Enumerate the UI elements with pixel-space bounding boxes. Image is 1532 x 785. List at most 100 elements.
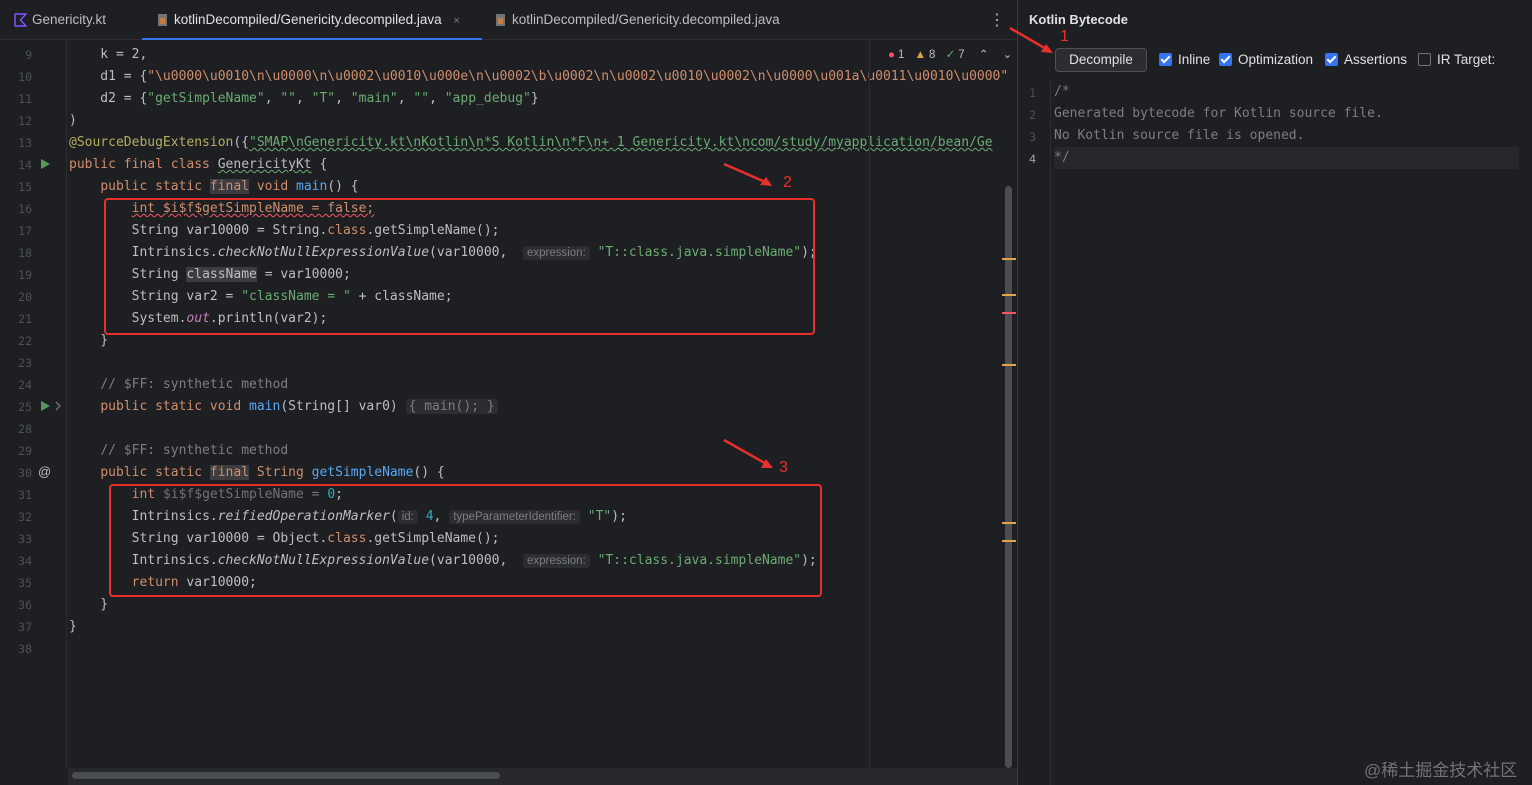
code-text: (String[] var0) — [280, 399, 398, 414]
code-string: "" — [280, 91, 296, 106]
code-string: "main" — [350, 91, 398, 106]
code-text: d2 = { — [69, 91, 148, 106]
line-number: 18 — [18, 246, 32, 260]
optimization-checkbox[interactable]: Optimization — [1219, 52, 1313, 68]
code-line: public final class GenericityKt { — [69, 154, 327, 176]
warning-marker[interactable] — [1002, 294, 1016, 296]
code-string: "" — [413, 91, 430, 106]
code-line: k = 2, — [69, 44, 147, 66]
folded-code[interactable]: { main(); } — [405, 399, 498, 414]
previous-highlight-icon[interactable]: ⌃ — [979, 49, 989, 61]
code-string: "T" — [311, 91, 336, 106]
line-number: 4 — [1029, 152, 1036, 166]
java-file-icon — [496, 14, 505, 26]
line-number: 21 — [18, 312, 32, 326]
checkbox-checked-icon — [1325, 53, 1338, 66]
bytecode-editor[interactable]: 1 2 3 4 /* Generated bytecode for Kotlin… — [1018, 80, 1532, 785]
typo-check-icon: ✓ — [945, 49, 956, 61]
code-text: } — [530, 91, 539, 106]
code-text: k = 2, — [69, 47, 148, 62]
watermark: @稀土掘金技术社区 — [1364, 761, 1518, 780]
editor-pane: Genericity.kt kotlinDecompiled/Genericit… — [0, 0, 1018, 785]
annotation-arrow-1 — [1009, 26, 1053, 53]
line-number: 9 — [25, 48, 32, 62]
error-marker[interactable] — [1002, 312, 1016, 314]
line-number: 15 — [18, 180, 32, 194]
code-line: } — [69, 594, 108, 616]
code-area[interactable]: k = 2, d1 = {"\u0000\u0010\n\u0000\n\u00… — [68, 40, 1018, 768]
kotlin-bytecode-panel: Kotlin Bytecode 1 Decompile Inline Optim… — [1009, 0, 1532, 785]
checkbox-label: Assertions — [1344, 52, 1408, 67]
code-comment: // $FF: synthetic method — [100, 443, 289, 458]
line-number: 33 — [18, 532, 32, 546]
code-keyword: public static void — [100, 399, 250, 414]
horizontal-scrollbar[interactable] — [72, 772, 500, 779]
code-class-name: GenericityKt — [217, 157, 312, 172]
code-line: } — [69, 616, 77, 638]
tab-label: kotlinDecompiled/Genericity.decompiled.j… — [174, 12, 442, 27]
code-line: d2 = {"getSimpleName", "", "T", "main", … — [69, 91, 539, 106]
line-number: 32 — [18, 510, 32, 524]
bytecode-gutter: 1 2 3 4 — [1018, 80, 1051, 785]
inline-checkbox[interactable]: Inline — [1159, 52, 1210, 68]
code-line: ) — [69, 110, 77, 132]
run-icon[interactable] — [39, 158, 51, 173]
code-keyword: final — [209, 465, 250, 480]
more-options-icon[interactable]: ⋮ — [989, 10, 1005, 30]
line-number: 38 — [18, 642, 32, 656]
ir-target-checkbox[interactable]: IR Target: — [1418, 52, 1495, 68]
annotation-number-1: 1 — [1060, 28, 1069, 45]
annotation-arrow-3 — [723, 438, 773, 468]
line-number: 2 — [1029, 108, 1036, 122]
line-number: 12 — [18, 114, 32, 128]
code-comment: // $FF: synthetic method — [100, 377, 289, 392]
code-keyword: public static — [100, 465, 210, 480]
tab-label: Genericity.kt — [32, 12, 107, 27]
line-number: 14 — [18, 158, 32, 172]
code-text: () { — [327, 179, 359, 194]
code-keyword: public static — [100, 179, 210, 194]
code-line: // $FF: synthetic method — [69, 440, 288, 462]
checkbox-checked-icon — [1159, 53, 1172, 66]
annotation-box-3 — [109, 484, 822, 597]
bytecode-line: /* — [1054, 84, 1070, 99]
line-number: 11 — [18, 92, 32, 106]
checkbox-checked-icon — [1219, 53, 1232, 66]
run-icon[interactable] — [39, 400, 51, 415]
code-string: "app_debug" — [444, 91, 531, 106]
annotation-box-2 — [104, 198, 815, 335]
weak-warning-count: 7 — [958, 49, 965, 61]
code-text: { — [311, 157, 328, 172]
warning-marker[interactable] — [1002, 522, 1016, 524]
checkbox-label: IR Target: — [1437, 52, 1496, 67]
code-line: public static final String getSimpleName… — [69, 462, 445, 484]
inspection-widget[interactable]: ● 1 ▲ 8 ✓ 7 ⌃ ⌄ — [888, 47, 1015, 61]
chevron-right-icon[interactable] — [54, 400, 62, 415]
line-number: 1 — [1029, 86, 1036, 100]
right-margin-guide — [869, 40, 870, 768]
tab-decompiled-java-active[interactable]: kotlinDecompiled/Genericity.decompiled.j… — [142, 0, 482, 40]
warning-marker[interactable] — [1002, 258, 1016, 260]
tab-genericity-kt[interactable]: Genericity.kt — [0, 0, 106, 40]
code-keyword: void — [249, 179, 296, 194]
panel-title: Kotlin Bytecode — [1029, 12, 1128, 27]
code-keyword: public final class — [69, 157, 218, 172]
code-function: main — [296, 179, 328, 194]
tab-decompiled-java[interactable]: kotlinDecompiled/Genericity.decompiled.j… — [480, 0, 780, 40]
annotation-number-2: 2 — [783, 174, 792, 191]
tab-label: kotlinDecompiled/Genericity.decompiled.j… — [512, 12, 780, 27]
decompile-button[interactable]: Decompile — [1055, 48, 1147, 72]
warning-marker[interactable] — [1002, 364, 1016, 366]
annotation-at-icon[interactable]: @ — [38, 464, 51, 479]
code-line: d1 = {"\u0000\u0010\n\u0000\n\u0002\u001… — [69, 66, 1008, 88]
close-icon[interactable]: × — [453, 15, 459, 27]
annotation-number-3: 3 — [779, 459, 788, 476]
code-line: } — [69, 330, 108, 352]
line-number: 24 — [18, 378, 32, 392]
line-number: 16 — [18, 202, 32, 216]
warning-marker[interactable] — [1002, 540, 1016, 542]
vertical-scrollbar[interactable] — [1005, 186, 1012, 768]
code-string: "SMAP\nGenericity.kt\nKotlin\n*S Kotlin\… — [249, 135, 993, 150]
code-string: "getSimpleName" — [147, 91, 265, 106]
assertions-checkbox[interactable]: Assertions — [1325, 52, 1407, 68]
